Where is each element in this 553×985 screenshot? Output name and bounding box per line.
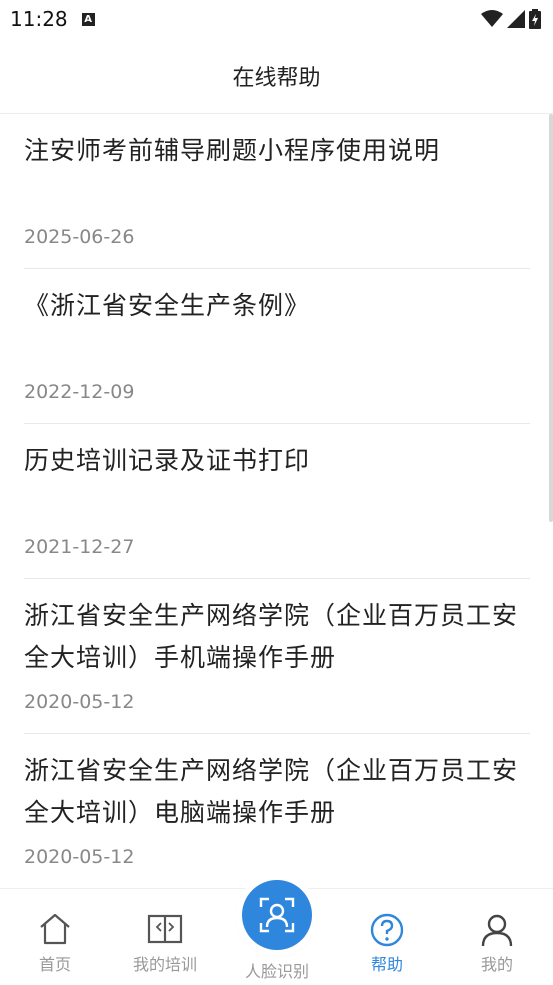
tab-help-label: 帮助 <box>370 955 403 974</box>
status-time: 11:28 <box>10 7 68 31</box>
battery-icon <box>529 9 541 29</box>
tab-home-label: 首页 <box>38 955 71 974</box>
tab-home[interactable]: 首页 <box>0 889 110 985</box>
article-date: 2022-12-09 <box>24 381 135 403</box>
home-icon <box>40 913 70 945</box>
article-date: 2020-05-12 <box>24 691 135 713</box>
article-date: 2021-12-27 <box>24 536 135 558</box>
article-title: 浙江省安全生产网络学院（企业百万员工安全大培训）手机端操作手册 <box>24 601 519 672</box>
book-icon <box>147 914 183 944</box>
article-title: 历史培训记录及证书打印 <box>24 446 311 475</box>
list-item[interactable]: 浙江省安全生产网络学院（企业百万员工安全大培训）手机端操作手册 2020-05-… <box>24 579 530 734</box>
tab-mine[interactable]: 我的 <box>442 889 552 985</box>
person-icon <box>481 914 513 947</box>
face-recognition-label: 人脸识别 <box>244 962 309 981</box>
signal-icon <box>507 10 525 28</box>
list-item[interactable]: 《浙江省安全生产条例》 2022-12-09 <box>24 269 530 424</box>
list-item[interactable]: 浙江省安全生产网络学院（企业百万员工安全大培训）电脑端操作手册 2020-05-… <box>24 734 530 889</box>
tab-my-training[interactable]: 我的培训 <box>110 889 220 985</box>
header: 在线帮助 <box>0 38 553 114</box>
article-list: 注安师考前辅导刷题小程序使用说明 2025-06-26 《浙江省安全生产条例》 … <box>24 114 530 889</box>
wifi-icon <box>481 10 503 27</box>
page-title: 在线帮助 <box>232 65 321 91</box>
scrollbar[interactable] <box>549 114 553 522</box>
article-title: 《浙江省安全生产条例》 <box>24 291 311 320</box>
status-bar: 11:28 A <box>0 0 553 38</box>
list-item[interactable]: 注安师考前辅导刷题小程序使用说明 2025-06-26 <box>24 114 530 269</box>
article-title: 浙江省安全生产网络学院（企业百万员工安全大培训）电脑端操作手册 <box>24 756 519 827</box>
article-date: 2020-05-12 <box>24 846 135 868</box>
face-scan-icon <box>259 897 295 933</box>
face-recognition-button[interactable] <box>242 880 312 950</box>
question-icon <box>370 913 404 947</box>
article-date: 2025-06-26 <box>24 226 135 248</box>
notification-icon: A <box>81 12 95 26</box>
tab-help[interactable]: 帮助 <box>332 889 442 985</box>
list-item[interactable]: 历史培训记录及证书打印 2021-12-27 <box>24 424 530 579</box>
article-title: 注安师考前辅导刷题小程序使用说明 <box>24 136 441 165</box>
tab-mine-label: 我的 <box>480 955 513 974</box>
tab-training-label: 我的培训 <box>132 955 197 974</box>
